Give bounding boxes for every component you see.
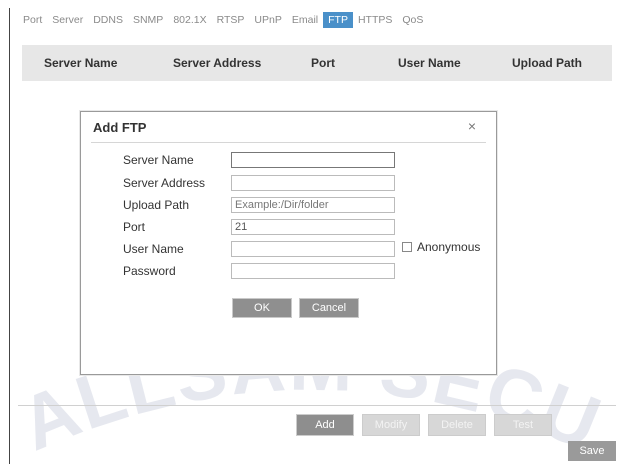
server-address-label: Server Address [123,176,206,190]
tab-qos[interactable]: QoS [397,12,428,28]
anonymous-option: Anonymous [402,240,480,254]
tab-port[interactable]: Port [18,12,47,28]
cancel-button[interactable]: Cancel [299,298,359,318]
modify-button[interactable]: Modify [362,414,420,436]
server-name-input[interactable] [231,152,395,168]
anonymous-label: Anonymous [417,240,481,254]
tab-snmp[interactable]: SNMP [128,12,168,28]
anonymous-checkbox[interactable] [402,242,412,252]
settings-tabs: Port Server DDNS SNMP 802.1X RTSP UPnP E… [18,12,428,28]
tab-rtsp[interactable]: RTSP [212,12,250,28]
add-button[interactable]: Add [296,414,354,436]
upload-path-label: Upload Path [123,198,190,212]
test-button[interactable]: Test [494,414,552,436]
column-upload-path: Upload Path [512,56,583,70]
user-name-label: User Name [123,242,184,256]
ftp-table-header: Server Name Server Address Port User Nam… [22,45,612,81]
column-port: Port [311,56,335,70]
dialog-divider [91,142,486,143]
user-name-input[interactable] [231,241,395,257]
tab-upnp[interactable]: UPnP [249,12,286,28]
tab-ddns[interactable]: DDNS [88,12,128,28]
tab-https[interactable]: HTTPS [353,12,397,28]
left-border [9,8,10,464]
column-server-address: Server Address [173,56,262,70]
delete-button[interactable]: Delete [428,414,486,436]
ok-button[interactable]: OK [232,298,292,318]
password-label: Password [123,264,176,278]
server-address-input[interactable] [231,175,395,191]
port-input[interactable] [231,219,395,235]
tab-ftp[interactable]: FTP [323,12,353,28]
tab-email[interactable]: Email [287,12,323,28]
port-label: Port [123,220,146,234]
tab-8021x[interactable]: 802.1X [168,12,211,28]
password-input[interactable] [231,263,395,279]
server-name-label: Server Name [123,153,194,167]
divider [18,405,616,406]
dialog-title: Add FTP [93,120,147,135]
close-icon[interactable]: × [468,118,476,134]
column-server-name: Server Name [44,56,118,70]
add-ftp-dialog: Add FTP × Server Name Server Address Upl… [80,111,497,375]
column-user-name: User Name [398,56,461,70]
upload-path-input[interactable] [231,197,395,213]
tab-server[interactable]: Server [47,12,88,28]
save-button[interactable]: Save [568,441,616,461]
